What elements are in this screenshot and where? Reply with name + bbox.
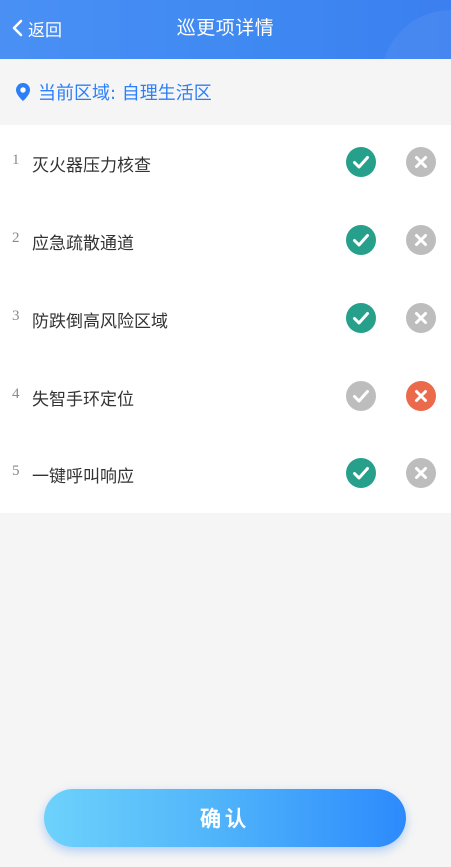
item-label: 灭火器压力核查 [32, 156, 151, 176]
list-item: 2 应急疏散通道 [0, 220, 451, 260]
fail-button[interactable] [406, 225, 436, 255]
check-icon [353, 390, 369, 403]
check-icon [353, 312, 369, 325]
fail-button[interactable] [406, 381, 436, 411]
confirm-container: 确认 [44, 789, 406, 847]
list-item: 1 灭火器压力核查 [0, 142, 451, 182]
item-label: 一键呼叫响应 [32, 467, 134, 487]
item-label: 防跌倒高风险区域 [32, 312, 168, 332]
close-icon [415, 467, 427, 479]
list-item: 3 防跌倒高风险区域 [0, 298, 451, 338]
location-pin-icon [15, 82, 31, 102]
item-number: 3 [12, 308, 20, 324]
list-item: 4 失智手环定位 [0, 376, 451, 416]
item-number: 4 [12, 386, 20, 402]
app-header: 返回 巡更项详情 [0, 0, 451, 59]
fail-button[interactable] [406, 147, 436, 177]
area-label: 当前区域: 自理生活区 [38, 83, 212, 104]
item-number: 2 [12, 230, 20, 246]
pass-button[interactable] [346, 147, 376, 177]
close-icon [415, 312, 427, 324]
check-icon [353, 156, 369, 169]
current-area: 当前区域: 自理生活区 [0, 59, 451, 125]
pass-button[interactable] [346, 225, 376, 255]
page-title: 巡更项详情 [176, 17, 275, 39]
item-label: 应急疏散通道 [32, 234, 134, 254]
check-icon [353, 234, 369, 247]
fail-button[interactable] [406, 303, 436, 333]
list-item: 5 一键呼叫响应 [0, 453, 451, 493]
item-number: 1 [12, 152, 20, 168]
item-label: 失智手环定位 [32, 390, 134, 410]
check-icon [353, 467, 369, 480]
close-icon [415, 234, 427, 246]
pass-button[interactable] [346, 381, 376, 411]
close-icon [415, 156, 427, 168]
fail-button[interactable] [406, 458, 436, 488]
checklist: 1 灭火器压力核查 2 应急疏散通道 3 防跌倒高风险区域 4 失智手环定位 5… [0, 125, 451, 513]
pass-button[interactable] [346, 303, 376, 333]
item-number: 5 [12, 463, 20, 479]
pass-button[interactable] [346, 458, 376, 488]
close-icon [415, 390, 427, 402]
confirm-button[interactable]: 确认 [44, 789, 406, 847]
